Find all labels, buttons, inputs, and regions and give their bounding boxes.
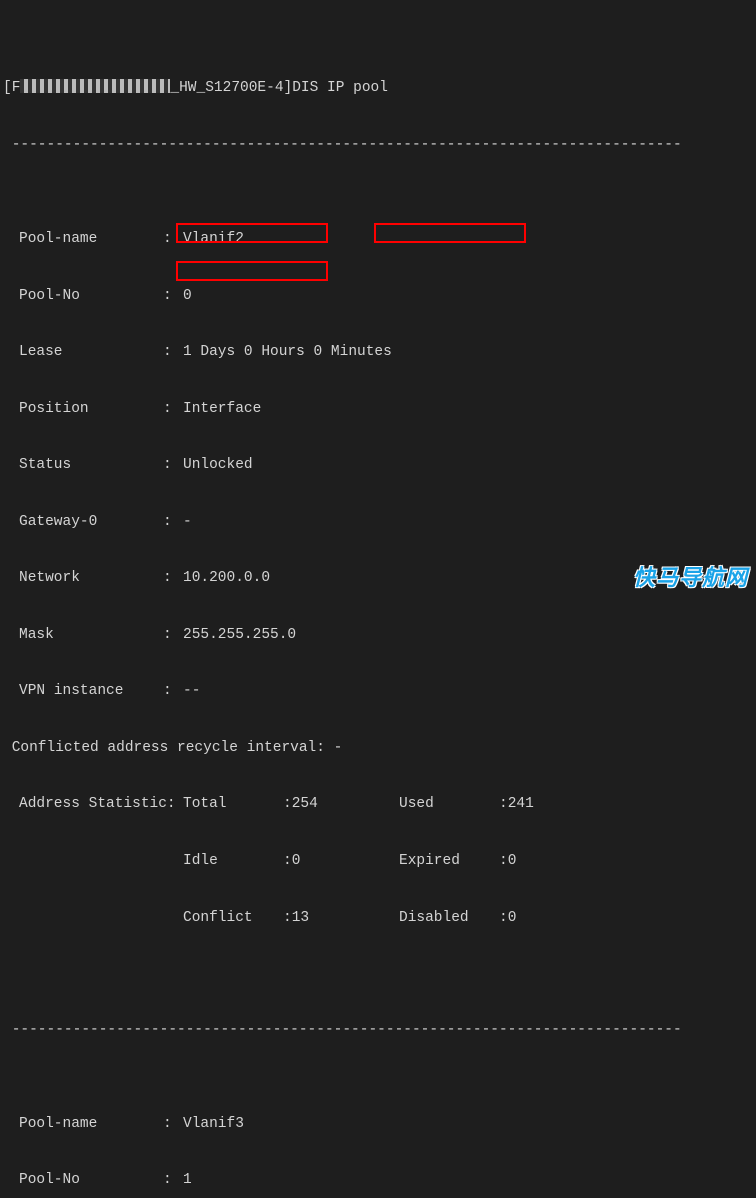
label-addr-statistic: Address Statistic: bbox=[3, 795, 163, 814]
value-mask: 255.255.255.0 bbox=[183, 626, 753, 645]
value-vpn: -- bbox=[183, 682, 753, 701]
gateway-row: Gateway-0: - bbox=[3, 513, 753, 532]
stat-idle-value: :0 bbox=[283, 852, 339, 871]
stat-row-3: Conflict:13 Disabled:0 bbox=[3, 909, 753, 928]
value-pool-no: 0 bbox=[183, 287, 753, 306]
value-position: Interface bbox=[183, 400, 753, 419]
command-prompt: [F _HW_S12700E-4] DIS IP pool bbox=[3, 79, 753, 98]
stat-row-2: Idle:0 Expired:0 bbox=[3, 852, 753, 871]
label-vpn: VPN instance bbox=[3, 682, 163, 701]
divider-line: ----------------------------------------… bbox=[3, 136, 753, 155]
stat-disabled: Disabled:0 bbox=[399, 909, 555, 928]
position-row: Position: Interface bbox=[3, 400, 753, 419]
stat-total-value: :254 bbox=[283, 795, 339, 814]
label-position: Position bbox=[3, 400, 163, 419]
pool-block-2: Pool-name: Vlanif3 Pool-No: 1 Lease: 1 D… bbox=[3, 1077, 753, 1198]
stat-expired-value: :0 bbox=[499, 852, 555, 871]
command-text: DIS IP pool bbox=[292, 79, 388, 98]
stat-used-value: :241 bbox=[499, 795, 555, 814]
label-pool-name: Pool-name bbox=[3, 230, 163, 249]
label-pool-no: Pool-No bbox=[3, 287, 163, 306]
label-pool-no: Pool-No bbox=[3, 1171, 163, 1190]
label-status: Status bbox=[3, 456, 163, 475]
prompt-prefix: [F bbox=[3, 79, 20, 98]
value-pool-name: Vlanif2 bbox=[183, 230, 753, 249]
pool-name-row: Pool-name: Vlanif2 bbox=[3, 230, 753, 249]
value-lease: 1 Days 0 Hours 0 Minutes bbox=[183, 343, 753, 362]
device-suffix: _HW_S12700E-4] bbox=[170, 79, 292, 98]
vpn-row: VPN instance: -- bbox=[3, 682, 753, 701]
label-gateway0: Gateway-0 bbox=[3, 513, 163, 532]
stat-conflict-value: :13 bbox=[283, 909, 339, 928]
pool-no-row: Pool-No: 0 bbox=[3, 287, 753, 306]
stat-row-1: Address Statistic: Total:254 Used:241 bbox=[3, 795, 753, 814]
stat-total: Total:254 bbox=[183, 795, 339, 814]
stat-disabled-value: :0 bbox=[499, 909, 555, 928]
status-row: Status: Unlocked bbox=[3, 456, 753, 475]
pool-no-row: Pool-No: 1 bbox=[3, 1171, 753, 1190]
conflicted-row: Conflicted address recycle interval: - bbox=[3, 739, 753, 758]
pool-name-row: Pool-name: Vlanif3 bbox=[3, 1115, 753, 1134]
label-lease: Lease bbox=[3, 343, 163, 362]
mask-row: Mask: 255.255.255.0 bbox=[3, 626, 753, 645]
stat-used: Used:241 bbox=[399, 795, 555, 814]
value-gateway0: - bbox=[183, 513, 753, 532]
watermark-text: 快马导航网 bbox=[633, 564, 748, 593]
stat-expired: Expired:0 bbox=[399, 852, 555, 871]
value-status: Unlocked bbox=[183, 456, 753, 475]
label-mask: Mask bbox=[3, 626, 163, 645]
divider-line: ----------------------------------------… bbox=[3, 1021, 753, 1040]
value-pool-no: 1 bbox=[183, 1171, 753, 1190]
value-pool-name: Vlanif3 bbox=[183, 1115, 753, 1134]
label-pool-name: Pool-name bbox=[3, 1115, 163, 1134]
stat-idle: Idle:0 bbox=[183, 852, 339, 871]
lease-row: Lease: 1 Days 0 Hours 0 Minutes bbox=[3, 343, 753, 362]
label-network: Network bbox=[3, 569, 163, 588]
redacted-hostname bbox=[20, 79, 170, 93]
stat-conflict: Conflict:13 bbox=[183, 909, 339, 928]
